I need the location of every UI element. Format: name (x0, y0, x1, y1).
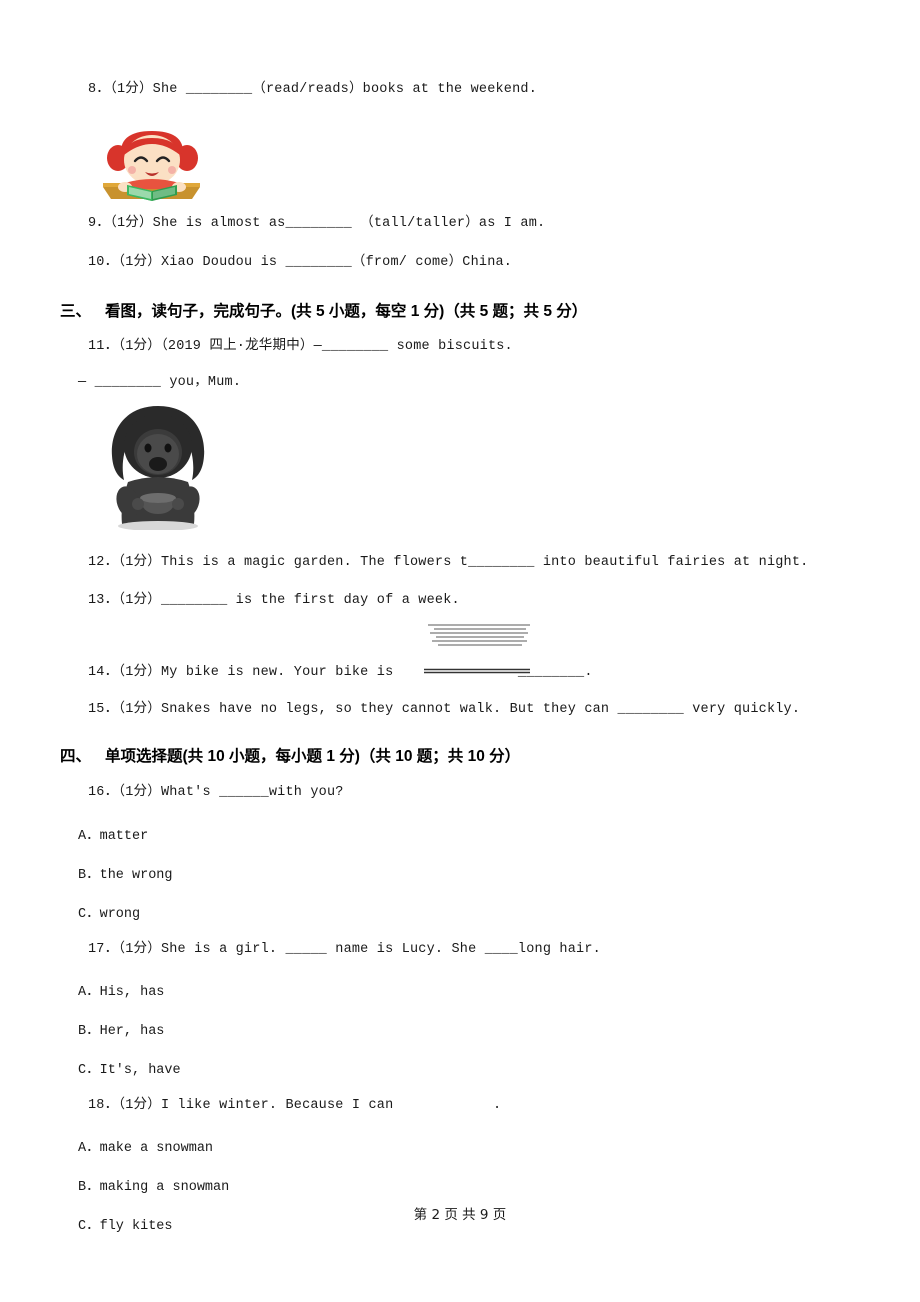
question-18-option-a[interactable]: A．make a snowman (78, 1135, 832, 1156)
question-8-text: 8．（1分）She ________（read/reads）books at t… (88, 82, 538, 97)
scribble-lines-doodle (428, 624, 530, 646)
document-page: 8．（1分）She ________（read/reads）books at t… (0, 0, 920, 1302)
question-12-text: 12．（1分）This is a magic garden. The flowe… (88, 555, 809, 571)
section-three-heading: 三、 看图，读句子，完成句子。(共 5 小题，每空 1 分)（共 5 题；共 5 … (60, 299, 832, 321)
girl-reading-book-illustration (103, 131, 200, 201)
question-13-text: 13．（1分）________ is the first day of a we… (88, 592, 460, 608)
question-16-option-c[interactable]: C．wrong (78, 901, 832, 922)
answer-underline-q14 (424, 668, 530, 674)
question-11-line1: 11．（1分）（2019 四上·龙华期中）—________ some bisc… (88, 338, 513, 354)
child-with-bowl-illustration (111, 406, 205, 530)
question-16-option-b[interactable]: B．the wrong (78, 862, 832, 883)
question-17-option-c[interactable]: C．It's, have (78, 1057, 832, 1078)
section-four-heading: 四、 单项选择题(共 10 小题，每小题 1 分)（共 10 题；共 10 分） (60, 744, 832, 766)
page-footer: 第 2 页 共 9 页 (413, 1207, 507, 1223)
question-17-option-a[interactable]: A．His, has (78, 979, 832, 1000)
question-17-stem: 17．（1分）She is a girl. _____ name is Lucy… (88, 941, 601, 957)
question-11-line2: — ________ you，Mum. (78, 375, 242, 390)
question-16: 16．（1分）What's ______with you? A．matter B… (78, 783, 832, 921)
section-three-title: 看图，读句子，完成句子。(共 5 小题，每空 1 分)（共 5 题；共 5 分） (105, 302, 588, 320)
question-15: 15．（1分）Snakes have no legs, so they cann… (88, 700, 832, 720)
question-9: 9．（1分）She is almost as________ （tall/tal… (88, 214, 832, 234)
section-four-title: 单项选择题(共 10 小题，每小题 1 分)（共 10 题；共 10 分） (105, 748, 521, 766)
question-8: 8．（1分）She ________（read/reads）books at t… (88, 80, 832, 100)
question-17: 17．（1分）She is a girl. _____ name is Lucy… (78, 940, 832, 1078)
page-content: 8．（1分）She ________（read/reads）books at t… (60, 80, 832, 1252)
question-11: 11．（1分）（2019 四上·龙华期中）—________ some bisc… (78, 337, 832, 394)
question-17-option-b[interactable]: B．Her, has (78, 1018, 832, 1039)
question-15-text: 15．（1分）Snakes have no legs, so they cann… (88, 702, 801, 717)
question-10: 10．（1分）Xiao Doudou is ________（from/ com… (88, 253, 832, 273)
question-18-stem: 18．（1分）I like winter. Because I can . (88, 1097, 502, 1113)
question-16-option-a[interactable]: A．matter (78, 823, 832, 844)
question-13: 13．（1分）________ is the first day of a we… (88, 591, 832, 611)
question-10-text: 10．（1分）Xiao Doudou is ________（from/ com… (88, 254, 513, 270)
question-16-stem: 16．（1分）What's ______with you? (88, 785, 344, 801)
section-four-number: 四、 (60, 748, 92, 766)
question-9-text: 9．（1分）She is almost as________ （tall/tal… (88, 216, 546, 232)
question-18-option-b[interactable]: B．making a snowman (78, 1174, 832, 1195)
question-12: 12．（1分）This is a magic garden. The flowe… (88, 553, 832, 573)
section-three-number: 三、 (60, 302, 92, 320)
